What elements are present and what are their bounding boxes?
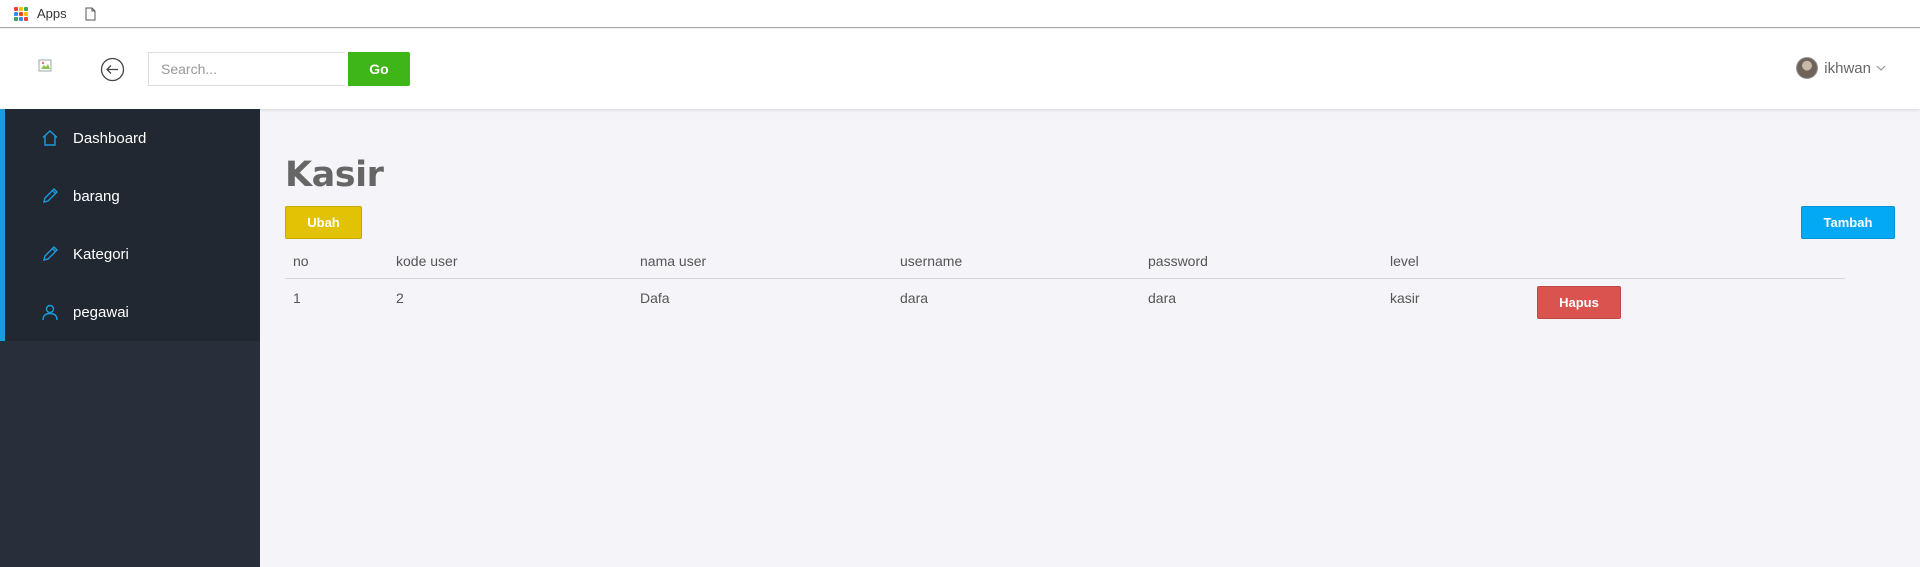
hapus-button[interactable]: Hapus [1537, 286, 1621, 319]
home-icon [42, 130, 58, 146]
column-header-kode-user: kode user [388, 244, 632, 279]
cell-no: 1 [293, 290, 301, 307]
sidebar-item-barang[interactable]: barang [0, 167, 260, 225]
avatar [1796, 57, 1819, 79]
sidebar-item-label: barang [73, 187, 120, 205]
sidebar-item-label: Kategori [73, 245, 129, 263]
chevron-down-icon [1876, 65, 1886, 71]
main-content: Kasir Ubah Tambah no kode user nama user… [260, 109, 1920, 567]
apps-link[interactable]: Apps [37, 6, 67, 21]
broken-logo-icon[interactable] [38, 59, 56, 75]
user-icon [42, 304, 58, 321]
column-header-no: no [285, 244, 388, 279]
sidebar-item-label: Dashboard [73, 129, 147, 147]
pencil-icon [43, 188, 58, 203]
cell-nama-user: Dafa [640, 290, 670, 307]
apps-grid-icon[interactable] [14, 6, 28, 21]
back-arrow-icon[interactable] [100, 57, 125, 82]
sidebar: Dashboard barang Kategori pegawai [0, 109, 260, 567]
pencil-icon [43, 246, 58, 261]
sidebar-item-label: pegawai [73, 303, 129, 321]
column-header-username: username [892, 244, 1140, 279]
username: ikhwan [1824, 59, 1871, 77]
cell-kode-user: 2 [396, 290, 404, 307]
sidebar-item-dashboard[interactable]: Dashboard [0, 109, 260, 167]
user-menu[interactable]: ikhwan [1796, 57, 1886, 79]
ubah-button[interactable]: Ubah [285, 206, 362, 239]
page-icon[interactable] [85, 7, 96, 21]
sidebar-item-pegawai[interactable]: pegawai [0, 283, 260, 341]
cell-password: dara [1148, 290, 1177, 307]
column-header-nama-user: nama user [632, 244, 892, 279]
top-header: Go ikhwan [0, 29, 1920, 109]
cell-username: dara [900, 290, 929, 307]
sidebar-item-kategori[interactable]: Kategori [0, 225, 260, 283]
column-header-password: password [1140, 244, 1382, 279]
tambah-button[interactable]: Tambah [1801, 206, 1895, 239]
page-title: Kasir [285, 155, 384, 195]
column-header-level: level [1382, 244, 1845, 279]
search-input[interactable] [148, 52, 345, 86]
bookmarks-bar: Apps [0, 0, 1920, 28]
table-header-row: no kode user nama user username password… [285, 244, 1845, 279]
go-button[interactable]: Go [348, 52, 410, 86]
